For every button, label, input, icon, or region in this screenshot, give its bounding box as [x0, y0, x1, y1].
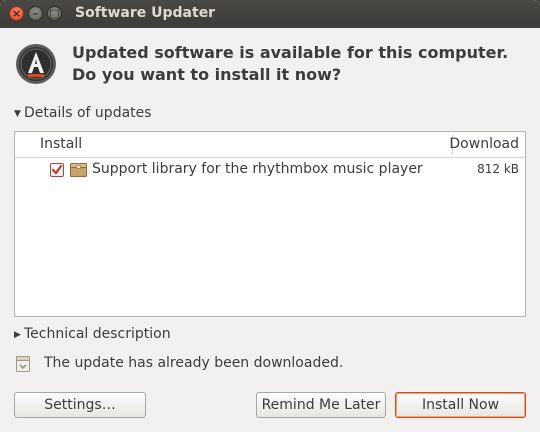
downloaded-info-icon [16, 356, 30, 372]
software-updater-icon [16, 44, 56, 84]
minimize-window-button[interactable]: – [28, 6, 43, 21]
status-message: The update has already been downloaded. [44, 355, 344, 371]
column-download[interactable]: Download [449, 136, 519, 152]
maximize-window-button[interactable]: □ [47, 6, 62, 21]
remind-me-later-button[interactable]: Remind Me Later [256, 392, 386, 418]
update-row[interactable]: Support library for the rhythmbox music … [15, 158, 525, 182]
package-icon [70, 163, 87, 177]
expanded-arrow-icon: ▼ [14, 109, 21, 119]
update-name: Support library for the rhythmbox music … [92, 161, 423, 177]
updates-list[interactable]: Install Download Support library for the… [14, 131, 526, 317]
update-size: 812 kB [477, 162, 519, 176]
column-install[interactable]: Install [40, 136, 82, 152]
install-now-button[interactable]: Install Now [395, 392, 526, 418]
window-title: Software Updater [75, 5, 216, 21]
technical-description-label: Technical description [24, 326, 171, 342]
close-window-button[interactable]: × [9, 6, 24, 21]
settings-button[interactable]: Settings… [14, 392, 146, 418]
details-expander[interactable]: ▼ Details of updates [14, 105, 152, 121]
title-bar[interactable]: × – □ Software Updater [0, 0, 540, 28]
list-header: Install Download [15, 132, 525, 158]
details-expander-label: Details of updates [24, 105, 152, 121]
collapsed-arrow-icon: ▶ [14, 330, 21, 340]
checkmark-icon [51, 164, 63, 175]
software-updater-window: × – □ Software Updater Updated software … [0, 0, 540, 432]
update-checkbox[interactable] [50, 163, 64, 177]
headline-question: Updated software is available for this c… [72, 43, 509, 84]
technical-description-expander[interactable]: ▶ Technical description [14, 326, 171, 342]
